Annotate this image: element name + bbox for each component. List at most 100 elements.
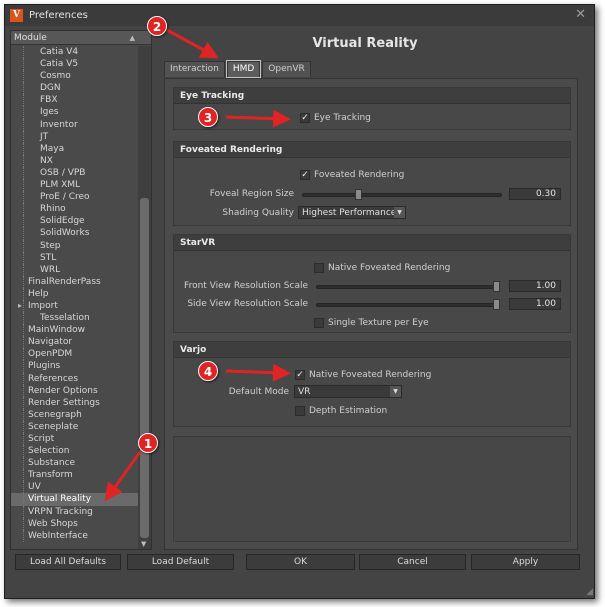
callout-2: 2 (147, 16, 167, 36)
module-item-tesselation[interactable]: Tesselation (11, 312, 138, 325)
cancel-button[interactable]: Cancel (359, 554, 466, 570)
module-item-rhino[interactable]: Rhino (11, 203, 138, 216)
varjo-native-foveated-checkbox[interactable]: ✓ (295, 369, 305, 380)
scroll-down-icon[interactable]: ▼ (141, 540, 146, 548)
module-scrollbar[interactable]: ▼ (138, 46, 151, 549)
module-item-webinterface[interactable]: WebInterface (11, 529, 138, 542)
module-item-render-options[interactable]: Render Options (11, 384, 138, 397)
tree-line (23, 275, 24, 288)
tree-line (23, 46, 24, 59)
close-icon[interactable]: ✕ (575, 7, 586, 22)
module-item-iges[interactable]: Iges (11, 106, 138, 119)
module-item-jt[interactable]: JT (11, 130, 138, 143)
module-item-label: Cosmo (40, 71, 71, 82)
module-item-plm-xml[interactable]: PLM XML (11, 179, 138, 192)
ok-button[interactable]: OK (246, 554, 355, 570)
module-item-scenegraph[interactable]: Scenegraph (11, 408, 138, 421)
module-item-step[interactable]: Step (11, 239, 138, 252)
module-item-virtual-reality[interactable]: Virtual Reality (11, 493, 138, 506)
module-item-label: Inventor (40, 119, 78, 130)
module-item-label: OSB / VPB (40, 167, 86, 178)
module-item-web-shops[interactable]: Web Shops (11, 517, 138, 530)
module-item-sceneplate[interactable]: Sceneplate (11, 420, 138, 433)
slider-handle[interactable] (493, 299, 500, 310)
module-item-stl[interactable]: STL (11, 251, 138, 264)
apply-button[interactable]: Apply (471, 554, 580, 570)
module-item-fbx[interactable]: FBX (11, 94, 138, 107)
module-item-label: Import (28, 300, 58, 311)
module-item-wrl[interactable]: WRL (11, 263, 138, 276)
side-view-scale-slider[interactable] (316, 299, 500, 310)
foveated-checkbox-row[interactable]: ✓ Foveated Rendering (300, 168, 404, 181)
module-item-cosmo[interactable]: Cosmo (11, 70, 138, 83)
module-item-mainwindow[interactable]: MainWindow (11, 324, 138, 337)
front-view-scale-slider[interactable] (316, 281, 500, 292)
module-item-proe-creo[interactable]: ProE / Creo (11, 191, 138, 204)
module-item-transform[interactable]: Transform (11, 469, 138, 482)
module-item-vrpn-tracking[interactable]: VRPN Tracking (11, 505, 138, 518)
module-item-label: Web Shops (28, 518, 78, 529)
foveal-region-value-field[interactable]: 0.30 (509, 188, 561, 200)
module-item-script[interactable]: Script (11, 433, 138, 446)
slider-handle[interactable] (355, 189, 362, 200)
module-item-finalrenderpass[interactable]: FinalRenderPass (11, 275, 138, 288)
front-view-scale-value-field[interactable]: 1.00 (509, 280, 561, 292)
tab-openvr[interactable]: OpenVR (262, 61, 311, 77)
tab-interaction[interactable]: Interaction (164, 61, 225, 77)
shading-quality-dropdown[interactable]: Highest Performance ▼ (298, 206, 406, 219)
module-column-header[interactable]: Module ▲ (11, 31, 151, 45)
module-item-catia-v5[interactable]: Catia V5 (11, 58, 138, 71)
module-item-uv[interactable]: UV (11, 481, 138, 494)
module-item-openpdm[interactable]: OpenPDM (11, 348, 138, 361)
side-view-scale-value-field[interactable]: 1.00 (509, 298, 561, 310)
tree-line (23, 517, 24, 530)
sort-up-icon[interactable]: ▲ (130, 34, 135, 42)
slider-handle[interactable] (493, 281, 500, 292)
tree-line (23, 166, 24, 180)
module-item-maya[interactable]: Maya (11, 142, 138, 155)
module-item-references[interactable]: References (11, 372, 138, 385)
single-texture-checkbox[interactable] (314, 317, 324, 328)
default-mode-label: Default Mode (228, 387, 289, 397)
scrollbar-thumb[interactable] (140, 198, 149, 538)
eye-tracking-checkbox[interactable]: ✓ (300, 112, 310, 123)
module-item-plugins[interactable]: Plugins (11, 360, 138, 373)
check-icon: ✓ (301, 112, 309, 123)
module-item-label: Virtual Reality (28, 494, 92, 505)
module-item-dgn[interactable]: DGN (11, 82, 138, 95)
empty-settings-area (173, 436, 571, 542)
module-item-navigator[interactable]: Navigator (11, 336, 138, 349)
foveal-region-slider[interactable] (302, 189, 502, 200)
side-view-scale-label: Side View Resolution Scale (187, 299, 308, 309)
starvr-native-foveated-checkbox[interactable] (314, 262, 324, 273)
module-item-help[interactable]: Help (11, 287, 138, 300)
module-item-solidedge[interactable]: SolidEdge (11, 215, 138, 228)
module-item-substance[interactable]: Substance (11, 457, 138, 470)
depth-estimation-checkbox[interactable] (295, 405, 305, 416)
module-item-label: ProE / Creo (40, 192, 90, 203)
module-item-render-settings[interactable]: Render Settings (11, 396, 138, 409)
eye-tracking-label: Eye Tracking (314, 112, 371, 123)
module-item-solidworks[interactable]: SolidWorks (11, 227, 138, 240)
module-item-catia-v4[interactable]: Catia V4 (11, 46, 138, 59)
varjo-native-row[interactable]: ✓ Native Foveated Rendering (295, 368, 431, 381)
tab-hmd[interactable]: HMD (225, 60, 262, 78)
single-texture-row[interactable]: Single Texture per Eye (314, 316, 429, 329)
load-default-button[interactable]: Load Default (127, 554, 234, 570)
default-mode-dropdown[interactable]: VR ▼ (294, 385, 402, 398)
depth-estimation-row[interactable]: Depth Estimation (295, 404, 387, 417)
expand-arrow-icon[interactable]: ▸ (18, 300, 22, 312)
eye-tracking-checkbox-row[interactable]: ✓ Eye Tracking (300, 111, 371, 124)
module-item-import[interactable]: ▸ Import (11, 299, 138, 313)
starvr-header: StarVR (174, 235, 570, 251)
tree-line (23, 106, 24, 119)
module-item-nx[interactable]: NX (11, 154, 138, 167)
resize-grip-icon[interactable]: ◢ (586, 587, 593, 597)
module-item-inventor[interactable]: Inventor (11, 118, 138, 131)
load-all-defaults-button[interactable]: Load All Defaults (15, 554, 121, 570)
module-item-selection[interactable]: Selection (11, 445, 138, 458)
module-item-label: Render Options (28, 385, 98, 396)
module-item-osb-vpb[interactable]: OSB / VPB (11, 166, 138, 180)
starvr-native-row[interactable]: Native Foveated Rendering (314, 261, 450, 274)
foveated-rendering-checkbox[interactable]: ✓ (300, 169, 310, 180)
